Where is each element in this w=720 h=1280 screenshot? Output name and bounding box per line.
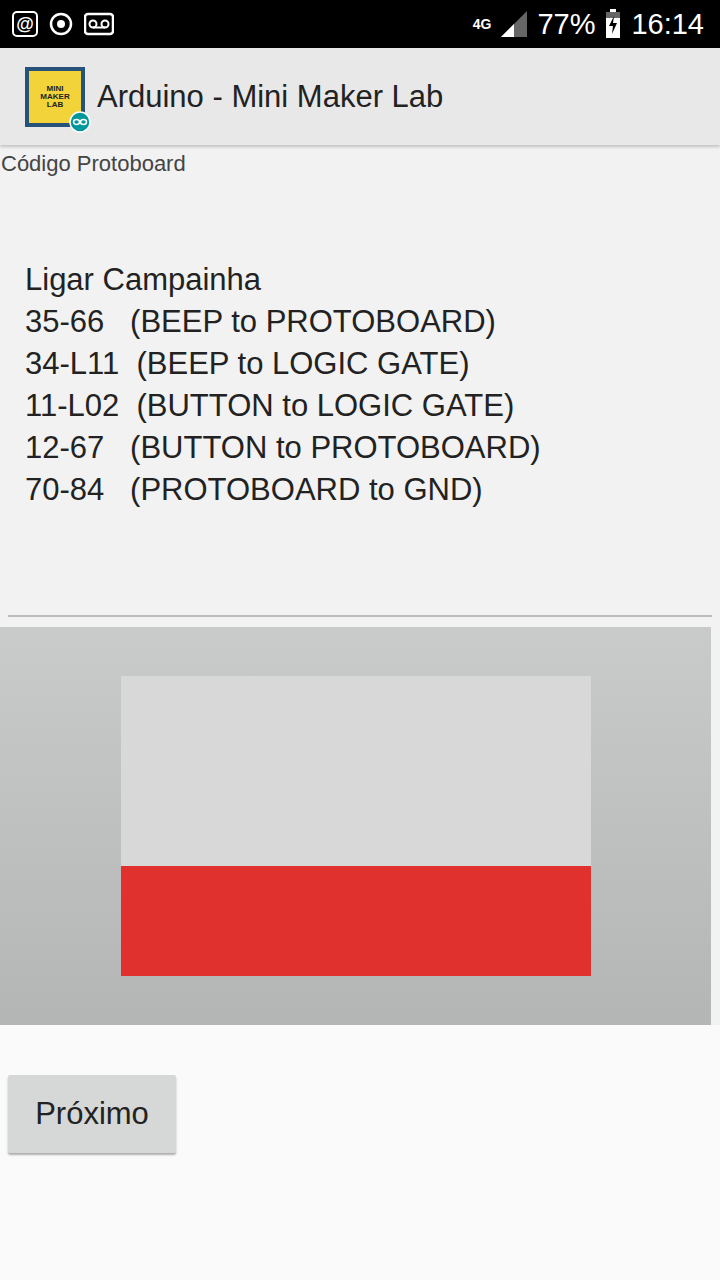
code-field[interactable]: Ligar Campainha35-66 (BEEP to PROTOBOARD… xyxy=(8,177,712,617)
next-button[interactable]: Próximo xyxy=(8,1075,176,1153)
app-bar: MINIMAKERLAB Arduino - Mini Maker Lab xyxy=(0,48,720,145)
status-bar: @4G 77% 16:14 xyxy=(0,0,720,48)
battery-reading: 77% xyxy=(537,8,595,41)
field-line: 35-66 (BEEP to PROTOBOARD) xyxy=(25,301,712,343)
field-line: 70-84 (PROTOBOARD to GND) xyxy=(25,469,712,511)
app-title: Arduino - Mini Maker Lab xyxy=(97,79,443,115)
logo-text: MINI xyxy=(47,85,64,93)
arduino-icon xyxy=(69,111,91,133)
field-label: Código Protoboard xyxy=(0,145,720,177)
field-line: 11-L02 (BUTTON to LOGIC GATE) xyxy=(25,385,712,427)
logo-text: LAB xyxy=(47,101,63,109)
voicemail-icon xyxy=(84,11,114,37)
field-line: 12-67 (BUTTON to PROTOBOARD) xyxy=(25,427,712,469)
logo-text: MAKER xyxy=(40,93,69,101)
screen: @4G 77% 16:14 MINIMAKERLAB Arduino - Mini Ma… xyxy=(0,0,720,1280)
network-type: 4G xyxy=(473,16,492,32)
content: Código ProtoboardLigar Campainha35-66 (B… xyxy=(0,145,720,1280)
board-photo xyxy=(0,627,711,1025)
email-badge: @ xyxy=(12,11,38,37)
app-logo: MINIMAKERLAB xyxy=(25,67,85,127)
field-line: 34-L11 (BEEP to LOGIC GATE) xyxy=(25,343,712,385)
signal-icon xyxy=(501,11,527,37)
field-title: Ligar Campainha xyxy=(25,259,712,301)
sync-icon xyxy=(48,11,74,37)
clock: 16:14 xyxy=(631,8,704,41)
battery-icon xyxy=(605,9,621,39)
